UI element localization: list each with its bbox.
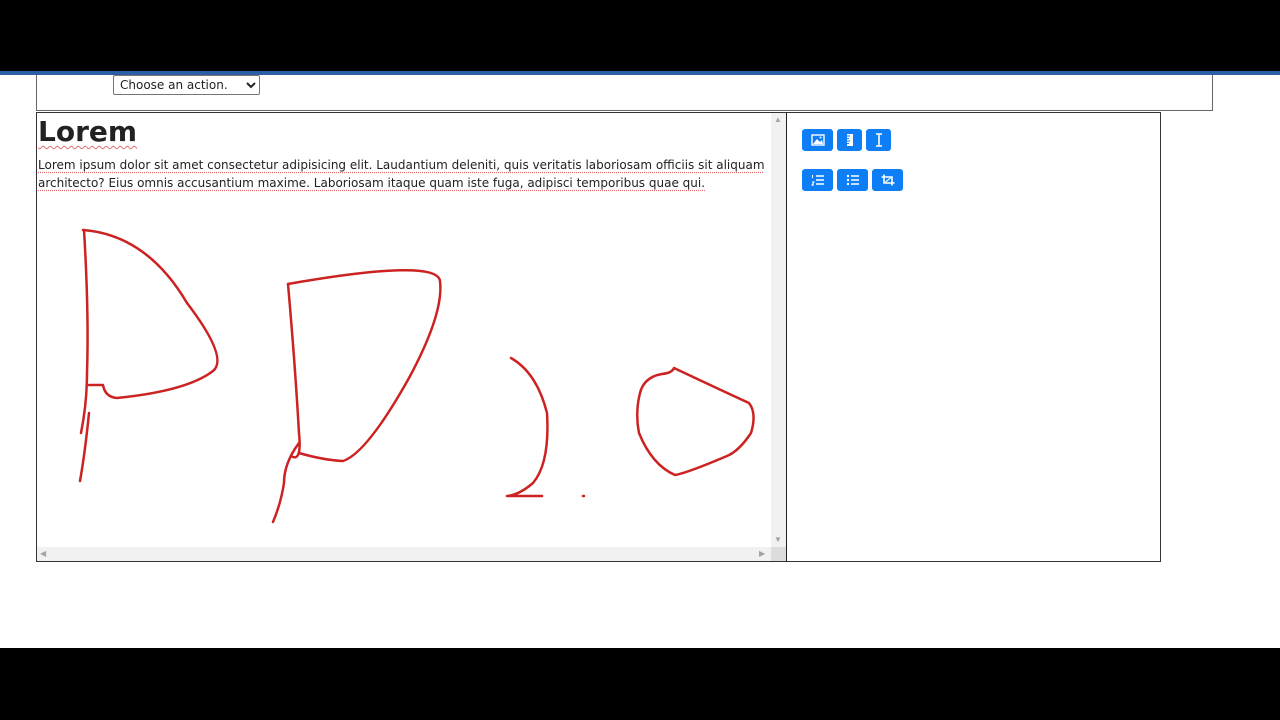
ruler-icon: [846, 134, 853, 146]
editor-area[interactable]: Lorem Lorem ipsum dolor sit amet consect…: [36, 112, 787, 562]
insert-image-button[interactable]: [802, 129, 833, 151]
top-black-bar: [0, 0, 1280, 71]
ink-stroke-p1-tail: [78, 411, 91, 483]
unordered-list-button[interactable]: [837, 169, 868, 191]
ink-stroke-p2-bowl: [286, 268, 442, 463]
ruler-button[interactable]: [837, 129, 862, 151]
ink-stroke-p2-tail: [271, 441, 301, 524]
unordered-list-icon: [846, 174, 859, 186]
scroll-down-icon[interactable]: ▼: [774, 536, 782, 544]
ink-stroke-p1-stem: [79, 228, 89, 435]
action-select[interactable]: Choose an action.: [113, 75, 260, 95]
ink-stroke-digit-2: [505, 356, 549, 498]
ordered-list-button[interactable]: [802, 169, 833, 191]
drawing-canvas[interactable]: [37, 113, 771, 547]
crop-button[interactable]: [872, 169, 903, 191]
image-icon: [810, 134, 825, 146]
vertical-scrollbar[interactable]: ▲ ▼: [771, 113, 786, 547]
bottom-black-bar: [0, 648, 1280, 720]
scroll-right-icon[interactable]: ▶: [759, 550, 765, 558]
ink-stroke-p1-bowl: [81, 228, 219, 400]
tools-panel: [786, 112, 1161, 562]
text-cursor-icon: [875, 133, 882, 147]
scroll-up-icon[interactable]: ▲: [774, 116, 782, 124]
crop-icon: [881, 174, 894, 186]
text-cursor-button[interactable]: [866, 129, 891, 151]
horizontal-scrollbar[interactable]: ◀ ▶: [37, 547, 771, 561]
action-toolbar: Choose an action.: [36, 75, 1213, 111]
ink-stroke-digit-0: [636, 366, 755, 477]
ink-stroke-p2-stem: [286, 282, 301, 459]
ordered-list-icon: [810, 175, 824, 186]
scroll-left-icon[interactable]: ◀: [40, 550, 46, 558]
scroll-corner: [771, 547, 786, 561]
